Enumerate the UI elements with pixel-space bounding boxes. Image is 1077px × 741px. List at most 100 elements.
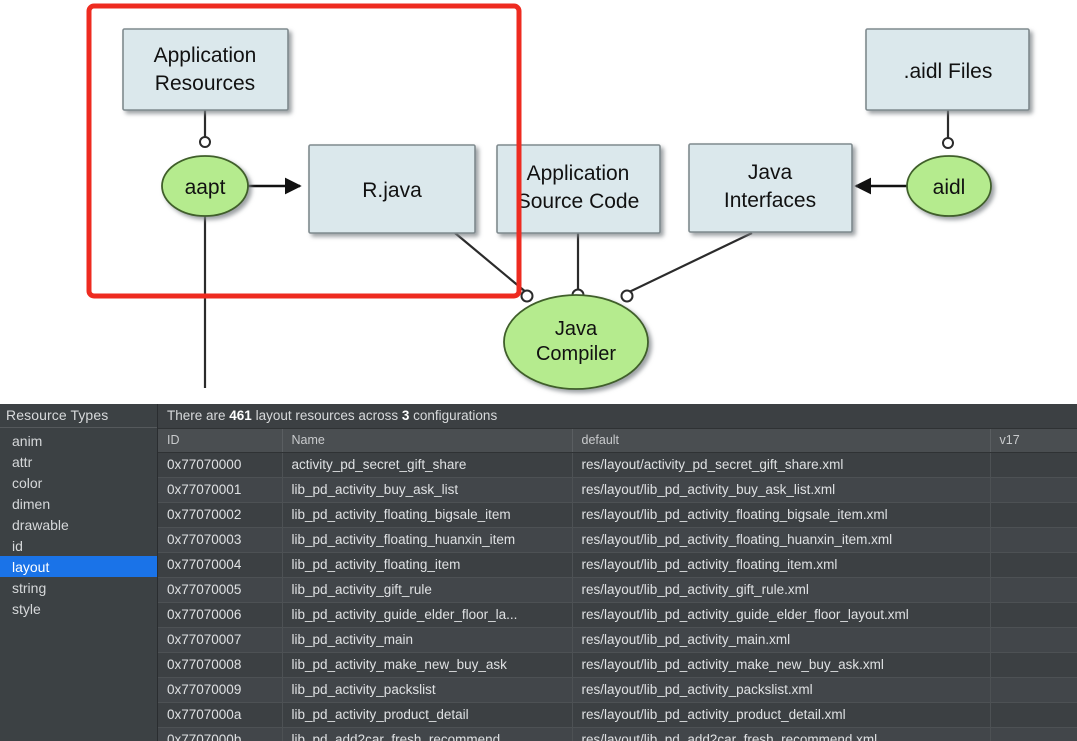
node-label-application-resources-line1: Application	[154, 44, 257, 67]
cell-id: 0x77070005	[158, 577, 283, 603]
cell-v17	[990, 452, 1077, 478]
cell-v17	[990, 702, 1077, 728]
cell-name: lib_pd_activity_guide_elder_floor_la...	[282, 602, 573, 628]
cell-name: lib_pd_activity_make_new_buy_ask	[282, 652, 573, 678]
summary-middle: layout resources across	[251, 408, 402, 423]
node-aidl-files: .aidl Files	[865, 28, 1030, 111]
cell-id: 0x77070006	[158, 602, 283, 628]
sidebar-item-id[interactable]: id	[0, 535, 157, 556]
sidebar-item-string[interactable]: string	[0, 577, 157, 598]
cell-default: res/layout/lib_pd_activity_floating_huan…	[572, 527, 991, 553]
resource-explorer-panel: Resource Types anim attr color dimen drawabl…	[0, 404, 1077, 741]
table-row[interactable]: 0x7707000a lib_pd_activity_product_detail…	[158, 702, 1077, 728]
table-row[interactable]: 0x77070008 lib_pd_activity_make_new_buy_a…	[158, 652, 1077, 678]
resource-summary-bar: There are 461 layout resources across 3 …	[158, 404, 1077, 429]
cell-default: res/layout/lib_pd_activity_product_detai…	[572, 702, 991, 728]
resource-table-area: There are 461 layout resources across 3 …	[158, 404, 1077, 741]
resource-table: ID Name default v17 0x77070000 activity_pd_s…	[158, 429, 1077, 741]
cell-id: 0x77070007	[158, 627, 283, 653]
node-application-resources: Application Resources	[122, 28, 289, 111]
node-label-aidl-files: .aidl Files	[904, 60, 993, 83]
cell-v17	[990, 477, 1077, 503]
cell-v17	[990, 677, 1077, 703]
cell-default: res/layout/lib_pd_activity_buy_ask_list.…	[572, 477, 991, 503]
column-header-default[interactable]: default	[572, 429, 991, 453]
resource-table-body: 0x77070000 activity_pd_secret_gift_share r…	[158, 452, 1077, 741]
cell-default: res/layout/lib_pd_activity_packslist.xml	[572, 677, 991, 703]
table-row[interactable]: 0x77070000 activity_pd_secret_gift_share r…	[158, 452, 1077, 478]
resource-table-head: ID Name default v17	[158, 429, 1077, 453]
table-row[interactable]: 0x77070003 lib_pd_activity_floating_huanx…	[158, 527, 1077, 553]
column-header-id[interactable]: ID	[158, 429, 283, 453]
node-java-interfaces: Java Interfaces	[688, 143, 853, 233]
cell-name: lib_pd_add2car_fresh_recommend	[282, 727, 573, 741]
node-label-java-compiler-line1: Java	[555, 318, 598, 340]
cell-id: 0x7707000b	[158, 727, 283, 741]
table-row[interactable]: 0x77070004 lib_pd_activity_floating_item r…	[158, 552, 1077, 578]
cell-v17	[990, 602, 1077, 628]
resource-table-header-row: ID Name default v17	[158, 429, 1077, 453]
cell-name: lib_pd_activity_floating_bigsale_item	[282, 502, 573, 528]
resource-types-sidebar: Resource Types anim attr color dimen drawabl…	[0, 404, 158, 741]
sidebar-item-attr[interactable]: attr	[0, 451, 157, 472]
node-label-application-resources-line2: Resources	[155, 72, 255, 95]
table-row[interactable]: 0x77070002 lib_pd_activity_floating_bigsa…	[158, 502, 1077, 528]
cell-default: res/layout/lib_pd_activity_floating_item…	[572, 552, 991, 578]
cell-v17	[990, 652, 1077, 678]
node-aapt: aapt	[161, 155, 249, 217]
sidebar-item-dimen[interactable]: dimen	[0, 493, 157, 514]
cell-name: lib_pd_activity_main	[282, 627, 573, 653]
node-aidl: aidl	[906, 155, 992, 217]
node-label-application-source-code-line2: Source Code	[517, 190, 640, 213]
cell-v17	[990, 627, 1077, 653]
node-label-rjava: R.java	[362, 179, 422, 202]
table-row[interactable]: 0x7707000b lib_pd_add2car_fresh_recommend…	[158, 727, 1077, 741]
sidebar-item-layout[interactable]: layout	[0, 556, 157, 577]
table-row[interactable]: 0x77070009 lib_pd_activity_packslist res/l…	[158, 677, 1077, 703]
node-label-java-interfaces-line1: Java	[748, 161, 793, 184]
table-row[interactable]: 0x77070006 lib_pd_activity_guide_elder_fl…	[158, 602, 1077, 628]
cell-v17	[990, 727, 1077, 741]
cell-id: 0x77070000	[158, 452, 283, 478]
cell-id: 0x77070002	[158, 502, 283, 528]
node-rjava: R.java	[308, 144, 476, 234]
cell-default: res/layout/lib_pd_activity_make_new_buy_…	[572, 652, 991, 678]
cell-v17	[990, 577, 1077, 603]
resource-table-scroll[interactable]: ID Name default v17 0x77070000 activity_pd_s…	[158, 429, 1077, 741]
column-header-v17[interactable]: v17	[990, 429, 1077, 453]
cell-id: 0x77070008	[158, 652, 283, 678]
sidebar-item-color[interactable]: color	[0, 472, 157, 493]
cell-v17	[990, 527, 1077, 553]
table-row[interactable]: 0x77070001 lib_pd_activity_buy_ask_list re…	[158, 477, 1077, 503]
cell-v17	[990, 502, 1077, 528]
table-row[interactable]: 0x77070007 lib_pd_activity_main res/layout…	[158, 627, 1077, 653]
column-header-name[interactable]: Name	[282, 429, 573, 453]
cell-v17	[990, 552, 1077, 578]
cell-name: lib_pd_activity_gift_rule	[282, 577, 573, 603]
cell-name: lib_pd_activity_packslist	[282, 677, 573, 703]
table-row[interactable]: 0x77070005 lib_pd_activity_gift_rule res/l…	[158, 577, 1077, 603]
cell-id: 0x77070009	[158, 677, 283, 703]
cell-id: 0x77070004	[158, 552, 283, 578]
cell-id: 0x77070003	[158, 527, 283, 553]
sidebar-item-drawable[interactable]: drawable	[0, 514, 157, 535]
node-label-aidl: aidl	[933, 176, 966, 199]
resource-types-list[interactable]: anim attr color dimen drawable id layout string…	[0, 428, 157, 741]
diagram-canvas: Application Resources aapt R.java Applic…	[86, 3, 1030, 390]
node-label-java-compiler-line2: Compiler	[536, 343, 616, 365]
sidebar-item-anim[interactable]: anim	[0, 430, 157, 451]
node-label-aapt: aapt	[185, 176, 226, 199]
cell-name: lib_pd_activity_product_detail	[282, 702, 573, 728]
cell-id: 0x77070001	[158, 477, 283, 503]
summary-resource-count: 461	[229, 408, 252, 423]
cell-name: activity_pd_secret_gift_share	[282, 452, 573, 478]
summary-suffix: configurations	[409, 408, 498, 423]
sidebar-title: Resource Types	[0, 404, 157, 428]
android-build-diagram: Application Resources aapt R.java Applic…	[0, 0, 1077, 404]
sidebar-item-style[interactable]: style	[0, 598, 157, 619]
cell-name: lib_pd_activity_buy_ask_list	[282, 477, 573, 503]
cell-default: res/layout/lib_pd_add2car_fresh_recommen…	[572, 727, 991, 741]
cell-name: lib_pd_activity_floating_item	[282, 552, 573, 578]
cell-id: 0x7707000a	[158, 702, 283, 728]
cell-default: res/layout/lib_pd_activity_floating_bigs…	[572, 502, 991, 528]
